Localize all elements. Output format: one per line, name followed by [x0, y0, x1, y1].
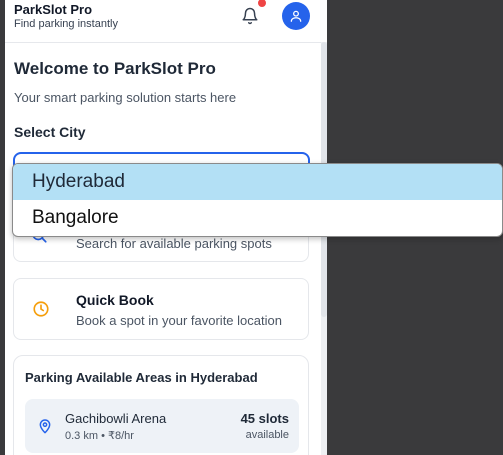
app-header: ParkSlot Pro Find parking instantly — [5, 0, 327, 43]
app-title: ParkSlot Pro — [14, 2, 93, 17]
search-card-description: Search for available parking spots — [76, 236, 272, 251]
city-option-bangalore[interactable]: Bangalore — [13, 200, 502, 236]
welcome-subtitle: Your smart parking solution starts here — [14, 90, 237, 105]
area-status: available — [245, 429, 289, 441]
clock-icon — [33, 301, 49, 317]
select-city-label: Select City — [14, 124, 86, 140]
notification-badge — [258, 0, 266, 7]
area-slots: 45 slots — [240, 411, 289, 426]
city-dropdown-list: Hyderabad Bangalore — [12, 163, 503, 237]
area-name: Gachibowli Arena — [65, 411, 167, 426]
area-item[interactable]: Gachibowli Arena 0.3 km • ₹8/hr 45 slots… — [25, 399, 299, 453]
avatar-button[interactable] — [282, 2, 310, 30]
area-meta: 0.3 km • ₹8/hr — [65, 430, 134, 442]
quick-book-description: Book a spot in your favorite location — [76, 313, 282, 328]
areas-title: Parking Available Areas in Hyderabad — [25, 370, 258, 385]
quick-book-title: Quick Book — [76, 292, 154, 308]
city-option-hyderabad[interactable]: Hyderabad — [13, 164, 502, 200]
available-areas-panel: Parking Available Areas in Hyderabad Gac… — [13, 355, 309, 455]
user-icon — [290, 10, 302, 22]
location-pin-icon — [39, 419, 51, 434]
welcome-title: Welcome to ParkSlot Pro — [14, 59, 216, 78]
app-subtitle: Find parking instantly — [14, 18, 118, 30]
quick-book-card[interactable]: Quick Book Book a spot in your favorite … — [13, 278, 309, 340]
bell-icon[interactable] — [241, 7, 259, 25]
